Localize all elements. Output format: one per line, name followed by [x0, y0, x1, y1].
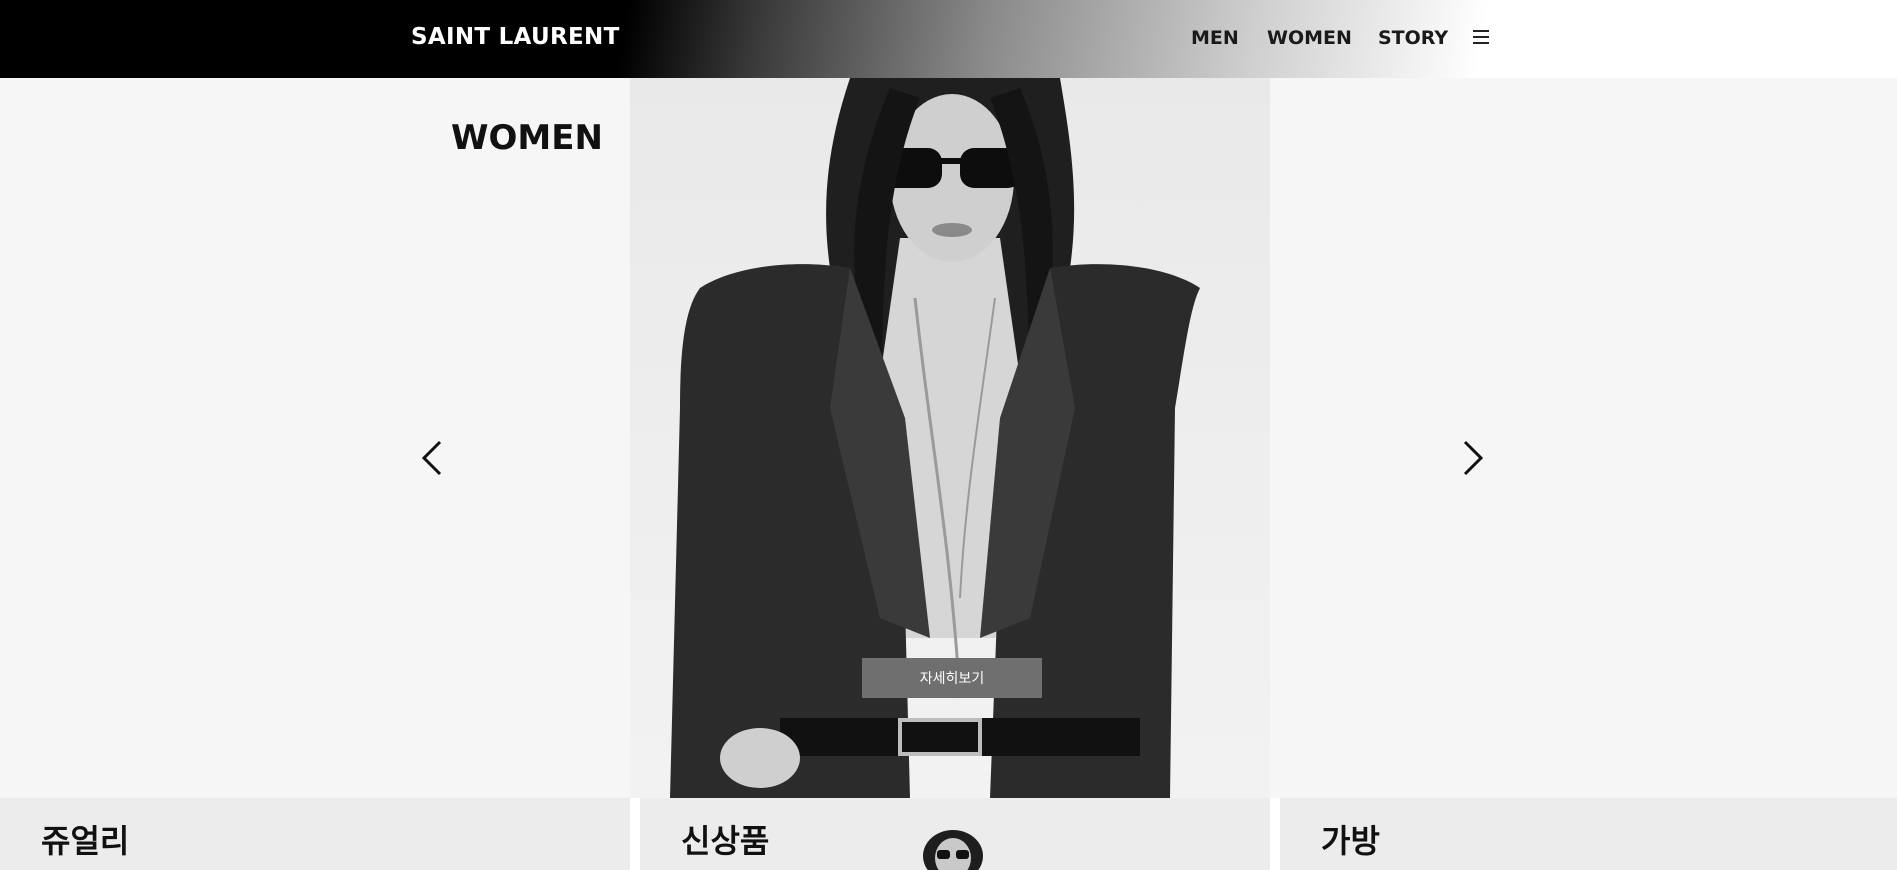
category-card-new-arrivals[interactable]: 신상품: [640, 798, 1270, 870]
category-card-jewelry[interactable]: 쥬얼리: [0, 798, 630, 870]
category-model-thumbnail: [923, 830, 983, 870]
nav-item-women[interactable]: WOMEN: [1267, 27, 1352, 49]
category-cards: 쥬얼리 신상품 가방: [0, 798, 1897, 870]
brand-logo[interactable]: SAINT LAURENT: [411, 24, 620, 50]
nav-item-story[interactable]: STORY: [1378, 27, 1448, 49]
category-title: 신상품: [681, 822, 770, 860]
site-header: SAINT LAURENT MEN WOMEN STORY: [0, 0, 1897, 78]
chevron-left-icon[interactable]: [418, 438, 448, 478]
hero-slider: WOMEN 자세히보기: [0, 78, 1897, 798]
category-title: 쥬얼리: [41, 822, 130, 860]
hero-title: WOMEN: [451, 118, 603, 158]
hamburger-menu-icon[interactable]: [1473, 30, 1489, 44]
view-details-button[interactable]: 자세히보기: [862, 658, 1042, 698]
category-card-bags[interactable]: 가방: [1280, 798, 1897, 870]
nav-item-men[interactable]: MEN: [1191, 27, 1239, 49]
category-title: 가방: [1321, 822, 1380, 860]
chevron-right-icon[interactable]: [1457, 438, 1487, 478]
